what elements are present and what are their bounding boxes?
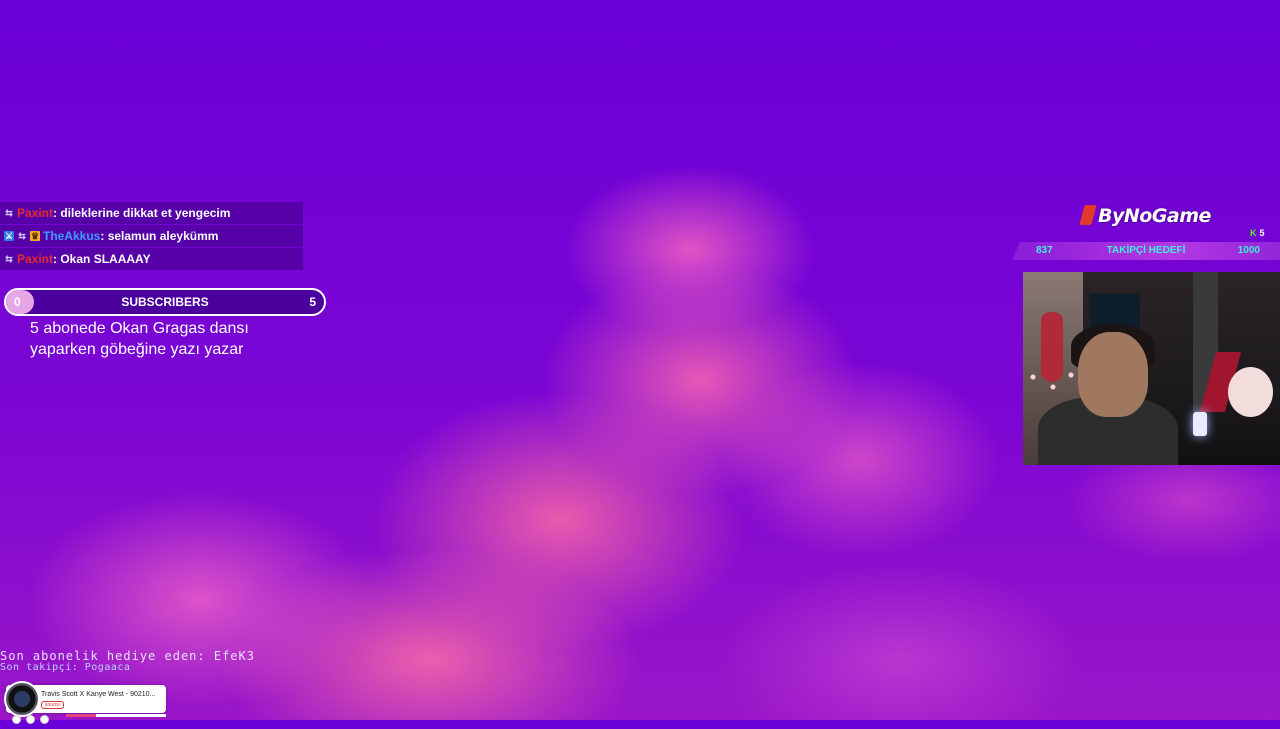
subscribers-current: 0 bbox=[14, 295, 21, 309]
chat-badge-icon: ⇆ bbox=[18, 231, 26, 241]
moderator-badge-icon: ⚔ bbox=[4, 231, 14, 241]
subscribers-goal-text: 5 abonede Okan Gragas dansı yaparken göb… bbox=[30, 320, 249, 358]
chat-text: : selamun aleykümm bbox=[100, 229, 219, 243]
chat-message: ⚔ ⇆ ♛ TheAkkus : selamun aleykümm bbox=[0, 225, 303, 247]
chat-username: Paxint bbox=[17, 206, 54, 220]
music-controls bbox=[12, 711, 72, 724]
chat-message: ⇆ Paxint : dileklerine dikkat et yengeci… bbox=[0, 202, 303, 224]
subscriber-badge-icon: ♛ bbox=[30, 231, 40, 241]
kick-follower-count: K5 bbox=[1250, 228, 1265, 238]
chat-overlay: ⇆ Paxint : dileklerine dikkat et yengeci… bbox=[0, 202, 303, 271]
sponsor-name: ByNoGame bbox=[1098, 205, 1211, 227]
last-gift-sub-text: Son abonelik hediye eden: EfeK3 bbox=[0, 649, 255, 663]
now-playing-widget: Travis Scott X Kanye West - 90210... sou… bbox=[4, 681, 166, 724]
track-progress-bar bbox=[66, 714, 166, 717]
subscribers-goal-bar: 0 SUBSCRIBERS 5 bbox=[4, 288, 326, 316]
chat-username: Paxint bbox=[17, 252, 54, 266]
subscribers-target: 5 bbox=[309, 295, 316, 309]
kick-count: 5 bbox=[1259, 228, 1265, 238]
webcam-feed bbox=[1023, 272, 1280, 465]
bynogame-logo-icon bbox=[1079, 205, 1097, 225]
chat-username: TheAkkus bbox=[43, 229, 101, 243]
subscribers-label: SUBSCRIBERS bbox=[121, 295, 209, 309]
last-follower-text: Son takipçi: Pogaaca bbox=[0, 662, 131, 673]
kick-logo-icon: K bbox=[1250, 228, 1257, 238]
chat-text: : Okan SLAAAAY bbox=[53, 252, 151, 266]
follower-goal-target: 1000 bbox=[1237, 245, 1260, 256]
sponsor-logo: ByNoGame bbox=[1079, 205, 1211, 227]
track-source-tag: source bbox=[41, 701, 65, 709]
chat-badge-icon: ⇆ bbox=[5, 208, 13, 218]
chat-badge-icon: ⇆ bbox=[5, 254, 13, 264]
streamer-avatar bbox=[1078, 332, 1148, 417]
follower-goal-bar: 837 TAKİPÇİ HEDEFİ 1000 bbox=[1012, 242, 1280, 260]
chat-message: ⇆ Paxint : Okan SLAAAAY bbox=[0, 248, 303, 270]
chat-text: : dileklerine dikkat et yengecim bbox=[53, 206, 231, 220]
track-title: Travis Scott X Kanye West - 90210... bbox=[41, 691, 156, 698]
